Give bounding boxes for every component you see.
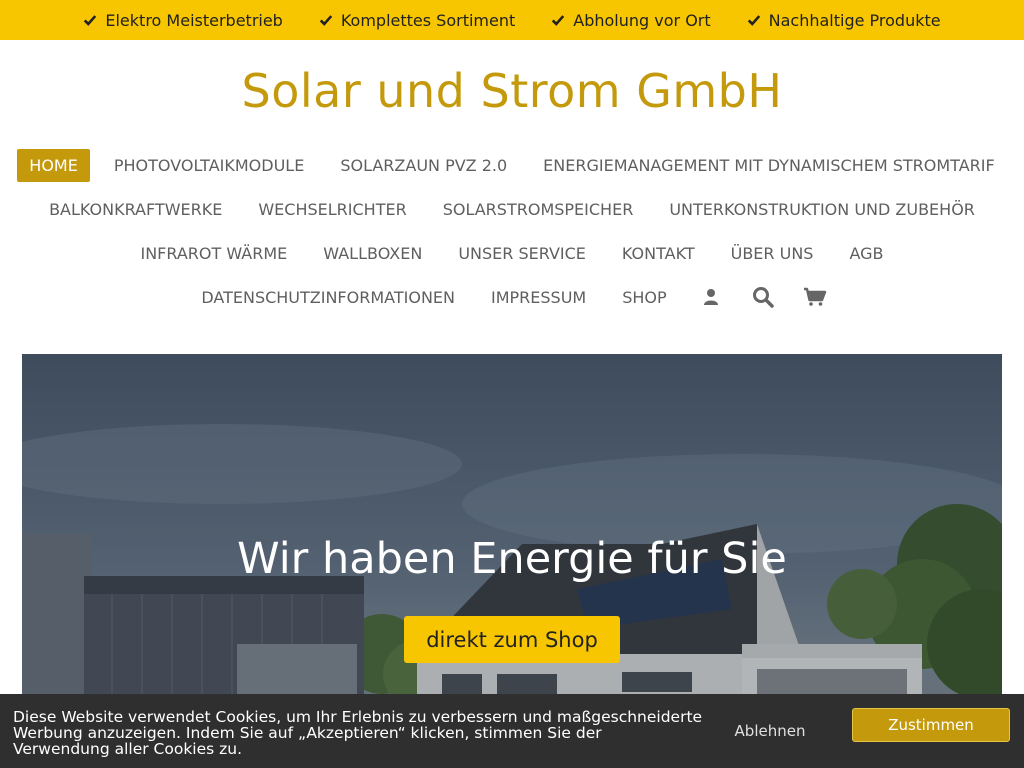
- main-navigation: HOME PHOTOVOLTAIKMODULE SOLARZAUN PVZ 2.…: [17, 143, 1004, 319]
- nav-item-agb[interactable]: AGB: [837, 237, 895, 270]
- usp-label: Elektro Meisterbetrieb: [105, 10, 283, 30]
- user-icon: [703, 289, 718, 305]
- nav-item-impressum[interactable]: IMPRESSUM: [479, 281, 598, 314]
- search-button[interactable]: [743, 280, 783, 314]
- cart-icon: [803, 287, 826, 306]
- nav-item-home[interactable]: HOME: [17, 148, 90, 182]
- usp-item: Elektro Meisterbetrieb: [83, 10, 283, 30]
- usp-label: Komplettes Sortiment: [340, 10, 516, 30]
- account-button[interactable]: [691, 280, 731, 314]
- nav-row: BALKONKRAFTWERKE WECHSELRICHTER SOLARSTR…: [31, 187, 993, 231]
- nav-item-kontakt[interactable]: KONTAKT: [610, 237, 707, 270]
- nav-item-unterkonstruktion[interactable]: UNTERKONSTRUKTION UND ZUBEHÖR: [657, 193, 987, 226]
- nav-item-solarzaun[interactable]: SOLARZAUN PVZ 2.0: [328, 149, 519, 182]
- nav-item-wechselrichter[interactable]: WECHSELRICHTER: [246, 193, 418, 226]
- nav-item-unser-service[interactable]: UNSER SERVICE: [446, 237, 598, 270]
- usp-item: Nachhaltige Produkte: [747, 11, 941, 30]
- accept-button[interactable]: Zustimmen: [852, 708, 1010, 742]
- nav-row: HOME PHOTOVOLTAIKMODULE SOLARZAUN PVZ 2.…: [11, 143, 1012, 187]
- nav-row: INFRAROT WÄRME WALLBOXEN UNSER SERVICE K…: [122, 231, 901, 275]
- nav-item-solarstromspeicher[interactable]: SOLARSTROMSPEICHER: [431, 193, 646, 226]
- cart-button[interactable]: [795, 280, 835, 314]
- usp-label: Nachhaltige Produkte: [768, 10, 941, 30]
- shop-button[interactable]: direkt zum Shop: [404, 616, 620, 663]
- search-icon: [752, 287, 774, 308]
- nav-item-ueber-uns[interactable]: ÜBER UNS: [719, 237, 826, 270]
- nav-item-shop[interactable]: SHOP: [610, 281, 678, 314]
- hero-title: Wir haben Energie für Sie: [237, 534, 787, 584]
- usp-item: Komplettes Sortiment: [319, 11, 515, 30]
- usp-bar: Elektro Meisterbetrieb Komplettes Sortim…: [0, 0, 1024, 40]
- usp-label: Abholung vor Ort: [573, 10, 711, 30]
- nav-item-energiemanagement[interactable]: ENERGIEMANAGEMENT MIT DYNAMISCHEM STROMT…: [531, 149, 1007, 182]
- site-title[interactable]: Solar und Strom GmbH: [0, 64, 1024, 118]
- decline-button[interactable]: Ablehnen: [725, 714, 815, 748]
- cookie-banner: Diese Website verwendet Cookies, um Ihr …: [0, 694, 1024, 768]
- nav-item-wallboxen[interactable]: WALLBOXEN: [311, 237, 434, 270]
- check-icon: [84, 15, 97, 26]
- check-icon: [552, 15, 565, 26]
- nav-item-photovoltaikmodule[interactable]: PHOTOVOLTAIKMODULE: [102, 149, 316, 182]
- cookie-text: Diese Website verwendet Cookies, um Ihr …: [13, 708, 703, 758]
- nav-item-infrarot-waerme[interactable]: INFRAROT WÄRME: [128, 237, 299, 270]
- nav-row: DATENSCHUTZINFORMATIONEN IMPRESSUM SHOP: [183, 275, 840, 319]
- nav-item-datenschutz[interactable]: DATENSCHUTZINFORMATIONEN: [189, 281, 467, 314]
- check-icon: [747, 15, 760, 26]
- usp-item: Abholung vor Ort: [551, 10, 711, 30]
- check-icon: [319, 15, 333, 26]
- nav-item-balkonkraftwerke[interactable]: BALKONKRAFTWERKE: [37, 193, 234, 226]
